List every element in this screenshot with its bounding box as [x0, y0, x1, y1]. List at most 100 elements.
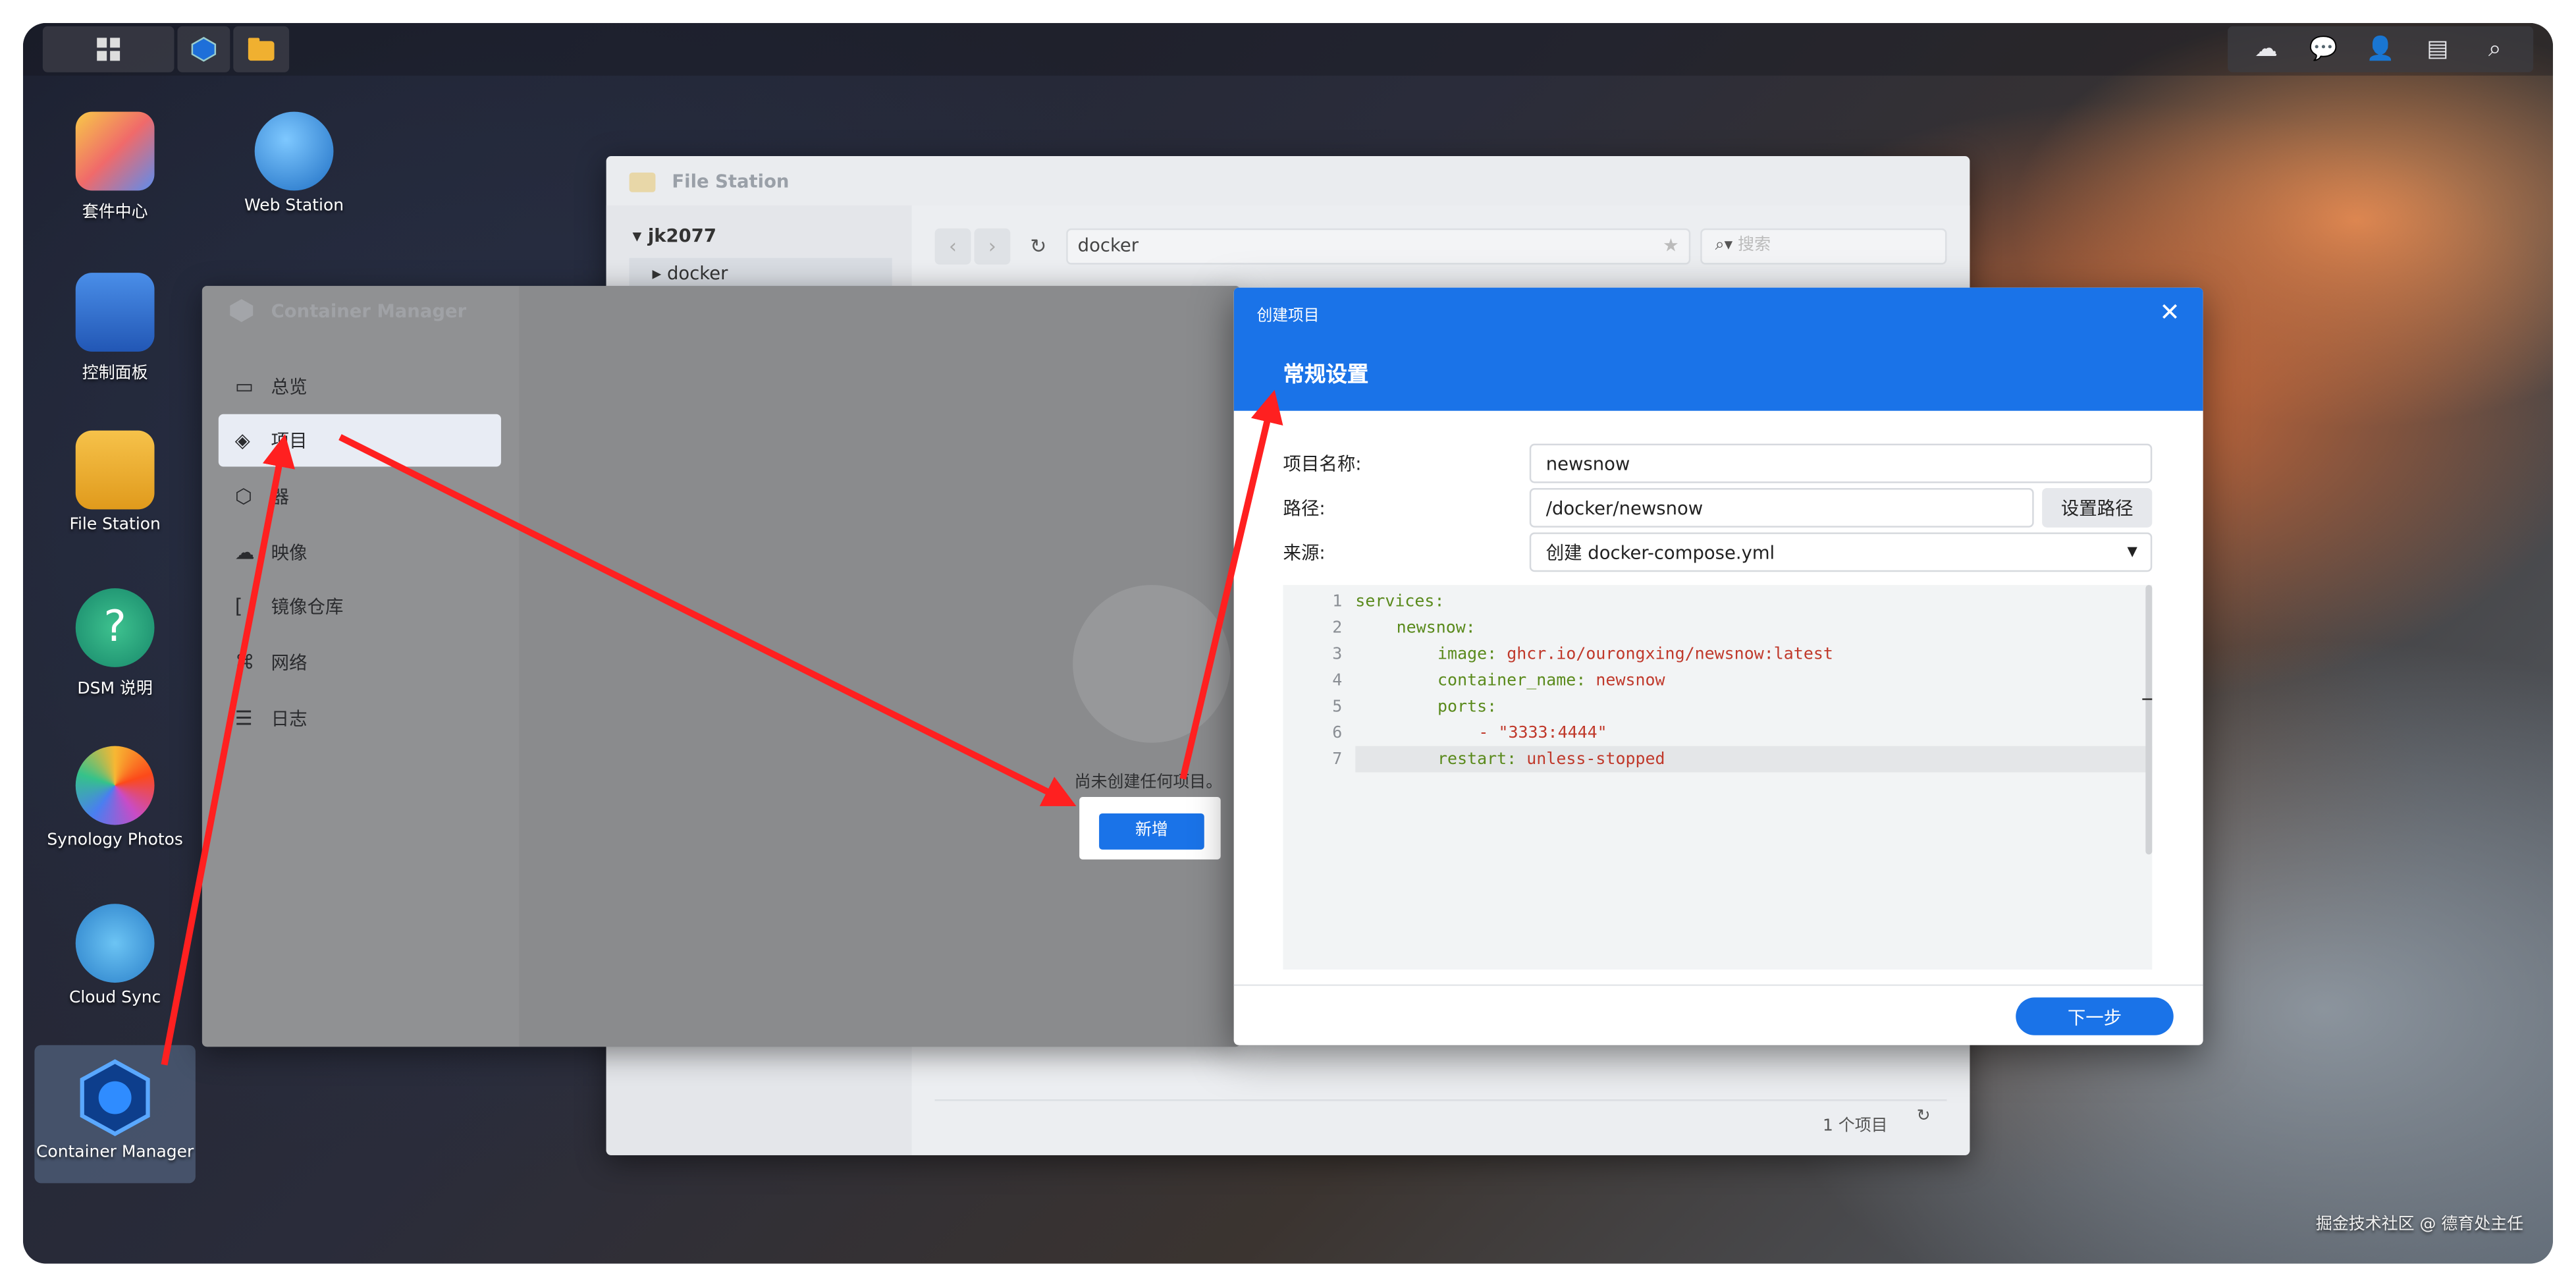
taskbar-file-station[interactable]: [233, 26, 290, 72]
chat-icon[interactable]: 💬: [2309, 34, 2338, 64]
create-project-dialog: 创建项目 常规设置 ✕ 项目名称: newsnow 路径: /docker/ne…: [1233, 287, 2203, 1045]
code-line: services:: [1355, 593, 1445, 612]
code-line: container_name: newsnow: [1437, 672, 1665, 690]
line-number: 3: [1332, 645, 1343, 664]
path-label: 路径:: [1283, 497, 1326, 520]
user-icon[interactable]: 👤: [2366, 34, 2396, 64]
dsm-help-icon: ?: [75, 588, 155, 667]
folder-icon: [629, 172, 656, 192]
source-row: 来源: 创建 docker-compose.yml ▼: [1283, 532, 2154, 572]
container-manager-icon: [76, 1058, 155, 1137]
container-icon: ⬡: [234, 484, 252, 508]
chevron-down-icon: ▼: [2127, 543, 2137, 559]
star-icon[interactable]: ★: [1663, 230, 1679, 263]
container-manager-window: Container Manager ▭ 总览 ◈ 项目 ⬡ 器 ☁ 映像 [镜像仓库 ⌘…: [201, 286, 1241, 1047]
desktop-icon-synology-photos[interactable]: Synology Photos: [24, 746, 205, 850]
log-icon: ☰: [234, 706, 253, 730]
line-number: 6: [1332, 725, 1343, 743]
compose-editor[interactable]: 1 2 3 4 5 6 7 services: newsnow: image: …: [1283, 585, 2153, 970]
project-name-input[interactable]: newsnow: [1529, 443, 2153, 483]
back-button[interactable]: ‹: [934, 228, 971, 265]
source-label: 来源:: [1283, 542, 1326, 564]
item-count: 1 个项目: [1822, 1117, 1888, 1136]
nav-registry[interactable]: [镜像仓库: [219, 580, 501, 633]
container-manager-icon: [191, 36, 217, 62]
desktop-icon-file-station[interactable]: File Station: [24, 430, 205, 534]
widgets-icon[interactable]: ▤: [2423, 34, 2452, 64]
refresh-button[interactable]: ↻: [1020, 229, 1056, 265]
code-line: - "3333:4444": [1478, 725, 1607, 743]
nav-network[interactable]: ⌘ 网络: [219, 636, 501, 689]
nav-container[interactable]: ⬡ 器: [219, 470, 501, 523]
synology-photos-icon: [75, 746, 155, 825]
nav-project[interactable]: ◈ 项目: [218, 414, 501, 467]
set-path-button[interactable]: 设置路径: [2042, 487, 2153, 528]
line-number: 1: [1332, 593, 1343, 612]
file-station-icon: [75, 430, 155, 510]
code-line: image: ghcr.io/ourongxing/newsnow:latest: [1437, 645, 1833, 664]
path-field[interactable]: docker ★: [1066, 228, 1691, 265]
project-icon: ◈: [234, 429, 250, 452]
taskbar-container-manager[interactable]: [177, 26, 230, 72]
package-center-icon: [75, 111, 155, 191]
dialog-header: 创建项目 常规设置 ✕: [1233, 287, 2203, 411]
path-row: 路径: /docker/newsnow 设置路径: [1283, 487, 2154, 528]
refresh-icon[interactable]: ↻: [1917, 1108, 1931, 1126]
desktop-icon-control-panel[interactable]: 控制面板: [24, 273, 205, 383]
nav-log[interactable]: ☰ 日志: [219, 692, 501, 744]
network-icon: ⌘: [234, 650, 255, 674]
container-manager-title: Container Manager: [271, 300, 467, 323]
next-button[interactable]: 下一步: [2016, 997, 2174, 1035]
code-line: restart: unless-stopped: [1437, 751, 1665, 769]
forward-button[interactable]: ›: [974, 228, 1011, 265]
control-panel-icon: [75, 273, 155, 352]
dialog-footer: 下一步: [1233, 984, 2203, 1045]
source-select[interactable]: 创建 docker-compose.yml ▼: [1529, 532, 2153, 572]
add-project-button[interactable]: 新增: [1099, 813, 1204, 850]
path-input[interactable]: /docker/newsnow: [1529, 487, 2034, 528]
search-icon[interactable]: ⌕: [2480, 34, 2509, 64]
desktop-icon-package-center[interactable]: 套件中心: [24, 111, 205, 222]
close-icon[interactable]: ✕: [2159, 298, 2180, 327]
folder-icon: [248, 38, 275, 61]
code-line: ports:: [1437, 698, 1497, 717]
image-icon: ☁: [234, 540, 255, 564]
overview-icon: ▭: [234, 374, 254, 398]
dialog-title: 常规设置: [1283, 363, 1369, 388]
desktop-icon-dsm-help[interactable]: ? DSM 说明: [24, 588, 205, 698]
project-name-row: 项目名称: newsnow: [1283, 443, 2154, 483]
editor-scrollbar[interactable]: [2145, 585, 2153, 855]
code-line: newsnow:: [1396, 619, 1476, 638]
empty-state-text: 尚未创建任何项目。: [1074, 774, 1223, 792]
status-bar: 1 个项目 ↻: [934, 1099, 1947, 1139]
desktop-icon-container-manager[interactable]: Container Manager: [34, 1045, 196, 1184]
container-manager-main: 尚未创建任何项目。 新增: [519, 286, 1241, 1047]
main-menu-button[interactable]: [42, 26, 174, 72]
search-field[interactable]: ⌕▾ 搜索: [1700, 228, 1947, 265]
empty-state-icon: [1073, 585, 1231, 743]
project-name-label: 项目名称:: [1283, 453, 1362, 476]
web-station-icon: [254, 111, 334, 191]
container-manager-sidebar: Container Manager ▭ 总览 ◈ 项目 ⬡ 器 ☁ 映像 [镜像仓库 ⌘…: [201, 286, 520, 1047]
container-manager-logo-icon: [228, 298, 255, 331]
grid-icon: [97, 38, 121, 61]
cloud-sync-icon: [75, 904, 155, 983]
editor-scroll-marker: [2142, 698, 2153, 700]
file-station-titlebar: File Station: [606, 156, 1970, 205]
taskbar: ☁ 💬 👤 ▤ ⌕: [22, 22, 2554, 76]
file-station-title: File Station: [672, 170, 790, 192]
desktop-icon-cloud-sync[interactable]: Cloud Sync: [24, 904, 205, 1007]
nav-image[interactable]: ☁ 映像: [219, 526, 501, 578]
line-number: 7: [1332, 751, 1343, 769]
registry-icon: [: [234, 595, 243, 618]
watermark: 掘金技术社区 @ 德育处主任: [2315, 1216, 2524, 1234]
search-icon: ⌕▾: [1715, 236, 1733, 255]
line-number: 5: [1332, 698, 1343, 717]
dialog-subtitle: 创建项目: [1256, 307, 1320, 325]
nav-overview[interactable]: ▭ 总览: [219, 360, 501, 412]
taskbar-tray: ☁ 💬 👤 ▤ ⌕: [2228, 26, 2534, 72]
tree-root[interactable]: ▾ jk2077: [633, 225, 716, 246]
desktop-icon-web-station[interactable]: Web Station: [203, 111, 384, 215]
line-number: 4: [1332, 672, 1343, 690]
cloud-sync-status-icon[interactable]: ☁: [2251, 34, 2281, 64]
